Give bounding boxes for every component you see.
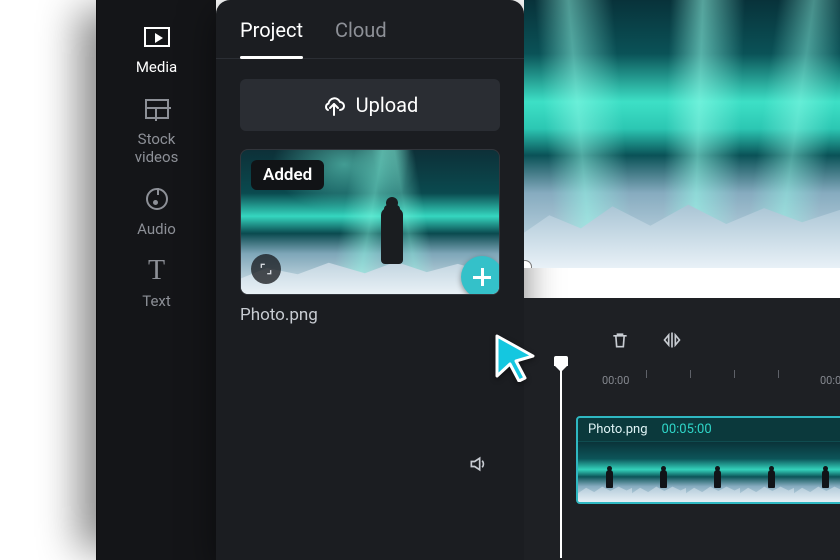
sidebar-item-text[interactable]: T Text	[97, 256, 216, 310]
timeline-ruler[interactable]: 00:00 00:03	[560, 370, 840, 392]
panel-tabs: Project Cloud	[216, 0, 524, 59]
media-item[interactable]: Added Photo.png	[240, 149, 500, 325]
add-to-timeline-button[interactable]	[461, 256, 500, 295]
upload-button[interactable]: Upload	[240, 79, 500, 131]
audio-icon	[142, 184, 172, 214]
timeline-clip[interactable]: Photo.png 00:05:00	[576, 416, 840, 504]
volume-icon[interactable]	[468, 454, 488, 478]
sidebar-item-label: Audio	[137, 220, 176, 238]
sidebar-item-audio[interactable]: Audio	[97, 184, 216, 238]
cloud-upload-icon	[322, 96, 344, 114]
mirror-button[interactable]	[660, 328, 684, 352]
media-thumbnail[interactable]: Added	[240, 149, 500, 295]
clip-filmstrip	[578, 442, 840, 502]
added-badge: Added	[251, 160, 324, 190]
tab-cloud[interactable]: Cloud	[335, 18, 387, 58]
ruler-label: 00:03	[820, 374, 840, 387]
playhead[interactable]	[560, 358, 562, 558]
preview-canvas[interactable]	[524, 0, 840, 268]
timeline: 00:00 00:03 Photo.png 00:05:00	[524, 298, 840, 560]
media-icon	[142, 22, 172, 52]
sidebar-item-label: Text	[142, 292, 171, 310]
sidebar: Media Stock videos Audio T Text	[96, 0, 216, 560]
expand-button[interactable]	[251, 254, 281, 284]
media-filename: Photo.png	[240, 305, 500, 325]
tab-project[interactable]: Project	[240, 18, 303, 58]
sidebar-item-label: Media	[136, 58, 177, 76]
templates-icon	[142, 94, 172, 124]
upload-label: Upload	[356, 93, 419, 117]
text-icon: T	[142, 256, 172, 286]
delete-button[interactable]	[608, 328, 632, 352]
sidebar-item-media[interactable]: Media	[97, 22, 216, 76]
ruler-label: 00:00	[602, 374, 629, 387]
sidebar-item-label: Stock videos	[135, 130, 179, 166]
clip-duration: 00:05:00	[662, 422, 712, 437]
timeline-toolbar	[608, 328, 684, 352]
clip-filename: Photo.png	[588, 422, 648, 437]
sidebar-item-stock-videos[interactable]: Stock videos	[97, 94, 216, 166]
